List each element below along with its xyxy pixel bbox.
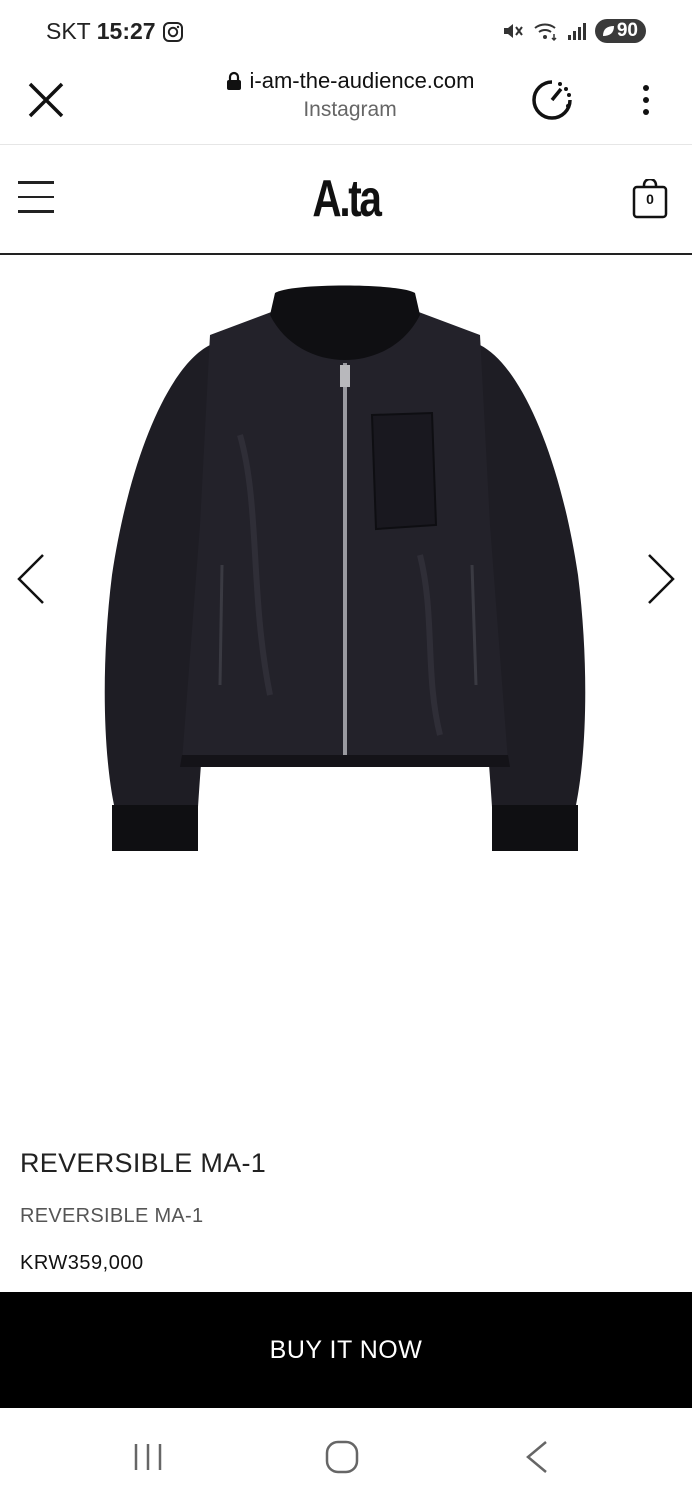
in-app-browser-bar: i-am-the-audience.com Instagram — [0, 64, 692, 145]
site-header: A.ta 0 — [0, 145, 692, 255]
buy-it-now-button[interactable]: BUY IT NOW — [0, 1292, 692, 1408]
clock: 15:27 — [96, 18, 156, 44]
product-info: REVERSIBLE MA-1 REVERSIBLE MA-1 KRW359,0… — [20, 1148, 670, 1275]
product-image-jacket — [104, 285, 586, 851]
battery-indicator: 90 — [594, 19, 646, 43]
carrier-label: SKT — [46, 18, 91, 44]
leaf-icon — [602, 26, 614, 36]
lock-icon — [226, 71, 241, 90]
product-gallery[interactable] — [0, 255, 692, 895]
site-logo[interactable]: A.ta — [76, 169, 616, 229]
back-icon[interactable] — [524, 1440, 550, 1474]
more-options-icon[interactable] — [636, 80, 656, 120]
chevron-right-icon[interactable] — [646, 553, 676, 605]
cart-button[interactable]: 0 — [632, 177, 668, 219]
product-price: KRW359,000 — [20, 1252, 144, 1274]
instagram-notification-icon — [162, 21, 183, 42]
status-right: 90 — [501, 19, 646, 43]
status-bar: SKT 15:27 90 — [0, 0, 692, 64]
recent-apps-icon[interactable] — [132, 1442, 164, 1472]
mute-icon — [503, 24, 523, 38]
menu-icon[interactable] — [18, 181, 54, 215]
url-source: Instagram — [303, 98, 397, 121]
cart-count: 0 — [646, 191, 654, 207]
product-subtitle: REVERSIBLE MA-1 — [20, 1205, 204, 1227]
home-icon[interactable] — [325, 1440, 359, 1474]
system-navigation-bar — [0, 1408, 692, 1500]
product-title: REVERSIBLE MA-1 — [20, 1148, 267, 1178]
signal-icon — [567, 23, 586, 40]
status-left: SKT 15:27 — [46, 18, 184, 45]
timer-icon[interactable] — [528, 76, 576, 124]
chevron-left-icon[interactable] — [16, 553, 46, 605]
close-icon[interactable] — [26, 80, 66, 120]
wifi-icon — [534, 23, 557, 42]
battery-level: 90 — [616, 20, 638, 41]
url-display[interactable]: i-am-the-audience.com Instagram — [200, 68, 500, 122]
url-domain: i-am-the-audience.com — [249, 68, 475, 93]
